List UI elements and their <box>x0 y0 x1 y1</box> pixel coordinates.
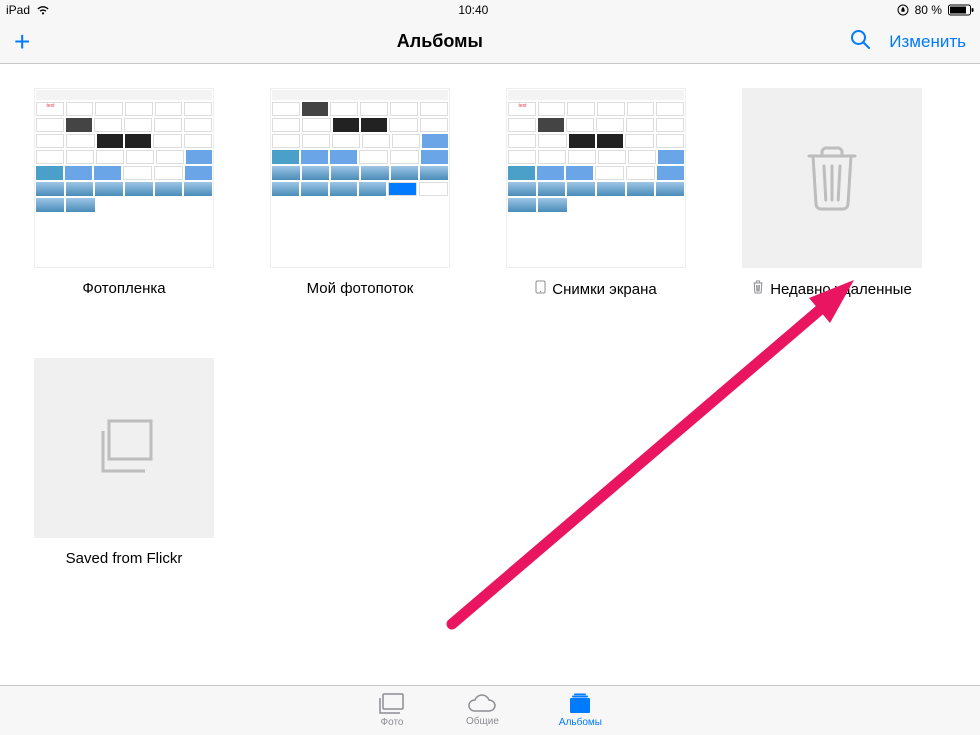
trash-icon <box>800 142 864 214</box>
albums-grid-container: text Фотопленка <box>0 64 980 685</box>
page-title: Альбомы <box>397 31 483 52</box>
tab-label: Альбомы <box>559 717 602 728</box>
nav-bar: + Альбомы Изменить <box>0 20 980 64</box>
album-recently-deleted[interactable]: Недавно удаленные <box>742 88 922 298</box>
album-label: Снимки экрана <box>552 281 656 298</box>
wifi-icon <box>36 5 50 15</box>
edit-button[interactable]: Изменить <box>889 32 966 52</box>
tab-albums[interactable]: Альбомы <box>559 693 602 728</box>
battery-icon <box>948 4 974 16</box>
album-screenshots[interactable]: text Снимки экрана <box>506 88 686 298</box>
album-label: Saved from Flickr <box>66 550 183 567</box>
album-my-photo-stream[interactable]: Мой фотопоток <box>270 88 450 298</box>
album-camera-roll[interactable]: text Фотопленка <box>34 88 214 298</box>
status-bar: iPad 10:40 80 % <box>0 0 980 20</box>
orientation-lock-icon <box>897 4 909 16</box>
trash-small-icon <box>752 280 764 298</box>
album-cover <box>742 88 922 268</box>
album-label: Мой фотопоток <box>307 280 414 297</box>
clock: 10:40 <box>458 3 488 17</box>
photos-tab-icon <box>378 693 406 715</box>
album-cover <box>34 358 214 538</box>
album-saved-from-flickr[interactable]: Saved from Flickr <box>34 358 214 567</box>
albums-tab-icon <box>566 693 594 715</box>
tab-shared[interactable]: Общие <box>466 694 499 727</box>
album-label: Фотопленка <box>82 280 165 297</box>
shared-tab-icon <box>467 694 497 714</box>
album-cover: text <box>506 88 686 268</box>
tab-bar: Фото Общие Альбомы <box>0 685 980 735</box>
tab-label: Фото <box>381 717 404 728</box>
album-label: Недавно удаленные <box>770 281 912 298</box>
album-cover <box>270 88 450 268</box>
add-button[interactable]: + <box>14 28 30 56</box>
tab-label: Общие <box>466 716 499 727</box>
device-icon <box>535 280 546 298</box>
device-label: iPad <box>6 3 30 17</box>
search-icon[interactable] <box>849 28 871 55</box>
battery-percent: 80 % <box>915 3 942 17</box>
tab-photos[interactable]: Фото <box>378 693 406 728</box>
album-cover: text <box>34 88 214 268</box>
stack-icon <box>89 417 159 479</box>
